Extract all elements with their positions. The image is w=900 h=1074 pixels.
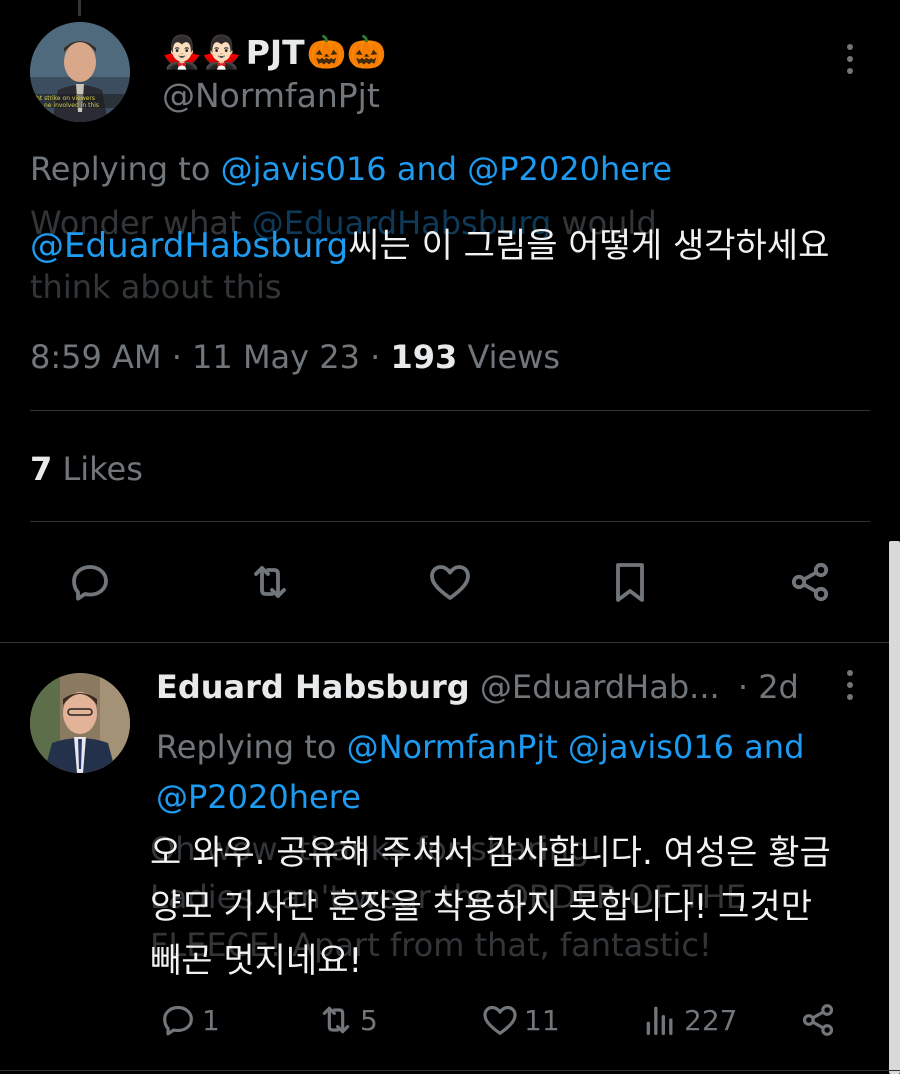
avatar-image: [30, 673, 130, 773]
views-count: 193: [390, 338, 458, 376]
reply-icon: [72, 565, 108, 601]
reply-button[interactable]: [62, 554, 118, 610]
bookmark-button[interactable]: [602, 554, 658, 610]
avatar[interactable]: [30, 673, 130, 773]
reply-button[interactable]: 1: [158, 998, 220, 1042]
retweet-button[interactable]: [242, 554, 298, 610]
replying-prefix: Replying to: [30, 150, 211, 188]
tweet-date[interactable]: 11 May 23: [192, 338, 360, 376]
like-button[interactable]: [422, 554, 478, 610]
reply-text: 오 와우. 공유해 주셔서 감사합니다. 여성은 황금양모 기사단 훈장을 착용…: [150, 833, 831, 981]
avatar-image: ht strike on viewers ne involved in this: [30, 22, 130, 122]
avatar[interactable]: ht strike on viewers ne involved in this: [30, 22, 130, 122]
more-options-button[interactable]: [838, 670, 862, 710]
tweet-age: · 2d: [737, 668, 799, 706]
divider: [0, 1070, 900, 1071]
retweet-icon: [322, 1006, 350, 1034]
tweet-time[interactable]: 8:59 AM: [30, 338, 162, 376]
mention-link[interactable]: @P2020here: [156, 778, 361, 816]
replying-and[interactable]: and: [397, 150, 457, 188]
divider: [30, 410, 870, 411]
replying-to: Replying to @NormfanPjt @javis016 and @P…: [156, 722, 856, 822]
more-options-button[interactable]: [838, 44, 862, 84]
share-button[interactable]: [782, 554, 838, 610]
replying-prefix: Replying to: [156, 728, 337, 766]
svg-text:ne involved in this: ne involved in this: [44, 102, 99, 109]
separator-dot: ·: [370, 338, 381, 376]
likes-label: Likes: [62, 450, 143, 488]
scrollbar[interactable]: [889, 541, 900, 1074]
original-text-ghost-line2: think about this: [30, 268, 282, 306]
mention-link[interactable]: @EduardHabsburg: [30, 226, 348, 266]
likes-count: 7: [30, 450, 53, 488]
heart-icon: [483, 1005, 517, 1035]
analytics-icon: [646, 1006, 673, 1035]
vampire-emoji: 🧛🏻‍♂️🧛🏻‍♂️: [162, 33, 242, 71]
tweet-metadata: 8:59 AM · 11 May 23 · 193 Views: [30, 338, 560, 376]
like-count: 11: [524, 1003, 560, 1037]
more-icon: [847, 670, 853, 676]
user-handle: @EduardHab...: [479, 668, 720, 706]
more-icon-dot: [847, 694, 853, 700]
retweet-icon: [254, 566, 286, 598]
views-label: Views: [467, 338, 561, 376]
share-icon: [791, 562, 829, 602]
more-icon-dot: [847, 682, 853, 688]
retweet-count: 5: [360, 1003, 378, 1037]
mention-link[interactable]: @javis016: [568, 728, 734, 766]
thread-connector-line: [78, 0, 81, 16]
mention-link[interactable]: @NormfanPjt: [347, 728, 558, 766]
display-name[interactable]: 🧛🏻‍♂️🧛🏻‍♂️ PJT 🎃🎃: [162, 30, 386, 74]
bookmark-icon: [616, 563, 644, 602]
replying-to: Replying to @javis016 and @P2020here: [30, 150, 672, 188]
more-icon-dot: [847, 68, 853, 74]
share-icon: [802, 1004, 834, 1036]
mention-link[interactable]: @javis016: [221, 150, 387, 188]
display-name-text: PJT: [245, 32, 305, 72]
mention-link[interactable]: @P2020here: [467, 150, 672, 188]
divider: [30, 521, 870, 522]
replying-and[interactable]: and: [744, 728, 804, 766]
views-button[interactable]: 227: [640, 998, 737, 1042]
tweet-body: 씨는 이 그림을 어떻게 생각하세요: [348, 226, 830, 266]
likes-summary[interactable]: 7 Likes: [30, 450, 143, 488]
separator-dot: ·: [171, 338, 182, 376]
reply-count: 1: [202, 1003, 220, 1037]
user-handle[interactable]: @NormfanPjt: [162, 76, 380, 115]
reply-icon: [163, 1005, 193, 1036]
more-icon: [847, 44, 853, 50]
like-button[interactable]: 11: [480, 998, 560, 1042]
tweet-text: @EduardHabsburg씨는 이 그림을 어떻게 생각하세요: [30, 222, 840, 270]
heart-icon: [430, 565, 470, 600]
pumpkin-emoji: 🎃🎃: [306, 33, 387, 71]
svg-text:ht strike on viewers: ht strike on viewers: [36, 95, 95, 102]
divider: [0, 642, 900, 643]
retweet-button[interactable]: 5: [316, 998, 378, 1042]
share-button[interactable]: [798, 998, 842, 1042]
display-name-text: Eduard Habsburg: [156, 668, 470, 706]
reply-author[interactable]: Eduard Habsburg @EduardHab... · 2d: [156, 668, 799, 706]
views-count: 227: [684, 1003, 738, 1037]
more-icon-dot: [847, 56, 853, 62]
